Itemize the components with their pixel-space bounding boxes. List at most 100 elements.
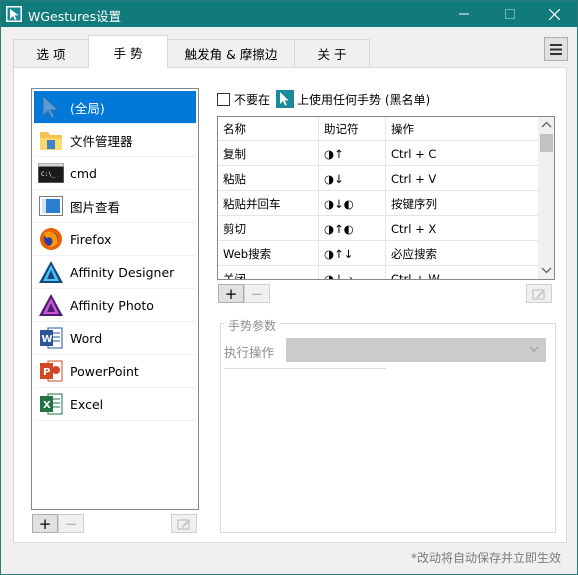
close-button[interactable] [531, 1, 577, 27]
blacklist-checkbox[interactable] [217, 92, 230, 106]
powerpoint-icon: P [38, 358, 64, 384]
app-list-item-global[interactable]: (全局) [34, 91, 196, 124]
cell-mnemonic: ◑↓◐ [319, 191, 386, 216]
column-header-mnemonic[interactable]: 助记符 [319, 117, 386, 141]
edit-gesture-button[interactable] [526, 284, 552, 303]
affinity-photo-icon [38, 292, 64, 318]
table-row[interactable]: 剪切 ◑↑◐ Ctrl + X [218, 216, 538, 241]
column-header-name[interactable]: 名称 [218, 117, 319, 141]
tab-about[interactable]: 关 于 [294, 39, 370, 67]
app-list-item-label: Affinity Designer [70, 264, 175, 280]
image-viewer-icon [38, 193, 64, 219]
word-icon: W [38, 325, 64, 351]
cell-mnemonic: ◑↑ [319, 141, 386, 166]
affinity-designer-icon [38, 259, 64, 285]
add-app-button[interactable]: + [32, 514, 58, 533]
window-title: WGestures设置 [28, 9, 122, 24]
app-list-item-label: cmd [70, 165, 97, 181]
divider [224, 368, 386, 369]
gesture-table[interactable]: 名称 助记符 操作 复制 ◑↑ Ctrl + C 粘贴 ◑↓ Ctrl + V … [217, 116, 555, 280]
edit-icon [532, 289, 545, 299]
firefox-icon [38, 226, 64, 252]
app-list-item-label: 文件管理器 [70, 133, 133, 149]
table-row[interactable]: 关闭 ◑↓→ Ctrl + W [218, 266, 538, 280]
app-list-item-firefox[interactable]: Firefox [34, 223, 196, 256]
table-row[interactable]: 粘贴 ◑↓ Ctrl + V [218, 166, 538, 191]
tab-strip: 选 项 手 势 触发角 & 摩擦边 关 于 [1, 27, 577, 68]
blacklist-prefix-label: 不要在 [234, 92, 271, 107]
excel-icon: X [38, 391, 64, 417]
settings-window: WGestures设置 选 项 手 势 触发角 & 摩擦边 关 于 (全局) 文… [0, 0, 578, 575]
scroll-down-icon[interactable] [538, 262, 555, 279]
cell-action: 必应搜索 [391, 246, 437, 261]
svg-text:X: X [43, 400, 51, 411]
scroll-up-icon[interactable] [538, 117, 555, 134]
tab-corners-edges[interactable]: 触发角 & 摩擦边 [167, 39, 295, 67]
app-list-item-label: Word [70, 330, 103, 346]
cursor-icon [38, 94, 64, 120]
edit-app-button[interactable] [171, 514, 197, 533]
exec-action-label: 执行操作 [224, 345, 275, 360]
autosave-note: *改动将自动保存并立即生效 [411, 551, 562, 565]
maximize-icon [505, 9, 515, 19]
table-row[interactable]: 复制 ◑↑ Ctrl + C [218, 141, 538, 166]
add-gesture-button[interactable]: + [218, 284, 244, 303]
column-header-action[interactable]: 操作 [386, 117, 538, 141]
cell-mnemonic: ◑↓→ [319, 266, 386, 279]
chevron-down-icon [529, 346, 539, 352]
svg-text:C:\_: C:\_ [41, 171, 56, 178]
minimize-icon [459, 13, 469, 15]
app-logo-icon [6, 6, 22, 22]
svg-text:W: W [42, 334, 53, 345]
app-list-item-label: (全局) [70, 100, 105, 116]
hamburger-menu-icon [550, 43, 562, 55]
app-list-item-powerpoint[interactable]: P PowerPoint [34, 355, 196, 388]
cell-mnemonic: ◑↑◐ [319, 216, 386, 241]
app-list[interactable]: (全局) 文件管理器 C:\_ cmd 图片查看 Firefox Affinit… [31, 88, 199, 510]
cell-name: 剪切 [218, 216, 319, 241]
minimize-button[interactable] [441, 1, 487, 27]
app-list-item-affinity-photo[interactable]: Affinity Photo [34, 289, 196, 322]
exec-action-select [286, 338, 546, 362]
app-list-item-label: Affinity Photo [70, 297, 154, 313]
app-list-item-label: Excel [70, 396, 104, 412]
app-list-item-label: PowerPoint [70, 363, 139, 379]
app-list-item-affinity-designer[interactable]: Affinity Designer [34, 256, 196, 289]
svg-text:P: P [43, 367, 50, 378]
scroll-thumb[interactable] [540, 134, 553, 152]
app-list-item-image-viewer[interactable]: 图片查看 [34, 190, 196, 223]
cell-name: 粘贴 [218, 166, 319, 191]
table-row[interactable]: Web搜索 ◑↑↓ 必应搜索 [218, 241, 538, 266]
remove-gesture-button[interactable]: − [244, 284, 270, 303]
app-list-item-label: 图片查看 [70, 199, 121, 215]
cell-action: Ctrl + V [391, 171, 437, 186]
table-row[interactable]: 粘贴并回车 ◑↓◐ 按键序列 [218, 191, 538, 216]
title-bar[interactable]: WGestures设置 [1, 1, 577, 27]
maximize-button [487, 1, 533, 27]
tab-options[interactable]: 选 项 [13, 39, 89, 67]
cell-name: 关闭 [218, 266, 319, 279]
app-list-item-label: Firefox [70, 231, 112, 247]
cursor-picker-icon[interactable] [276, 90, 295, 108]
gesture-table-header: 名称 助记符 操作 [218, 117, 538, 141]
cell-mnemonic: ◑↓ [319, 166, 386, 191]
edit-icon [177, 519, 190, 529]
table-scrollbar[interactable] [538, 117, 555, 279]
gestures-panel: (全局) 文件管理器 C:\_ cmd 图片查看 Firefox Affinit… [13, 67, 567, 543]
blacklist-suffix-label: 上使用任何手势 (黑名单) [297, 92, 431, 107]
app-list-item-word[interactable]: W Word [34, 322, 196, 355]
cell-action: 按键序列 [391, 196, 437, 211]
cell-action: Ctrl + W [391, 271, 440, 280]
app-list-item-excel[interactable]: X Excel [34, 388, 196, 421]
cell-name: Web搜索 [218, 241, 319, 266]
close-icon [548, 8, 560, 20]
remove-app-button[interactable]: − [58, 514, 84, 533]
cell-action: Ctrl + C [391, 146, 437, 161]
menu-button[interactable] [544, 37, 568, 61]
cell-name: 粘贴并回车 [218, 191, 319, 216]
app-list-item-file-manager[interactable]: 文件管理器 [34, 124, 196, 157]
tab-gestures[interactable]: 手 势 [88, 35, 168, 68]
app-list-item-cmd[interactable]: C:\_ cmd [34, 157, 196, 190]
blacklist-row: 不要在 上使用任何手势 (黑名单) [217, 90, 430, 108]
cmd-icon: C:\_ [38, 160, 64, 186]
